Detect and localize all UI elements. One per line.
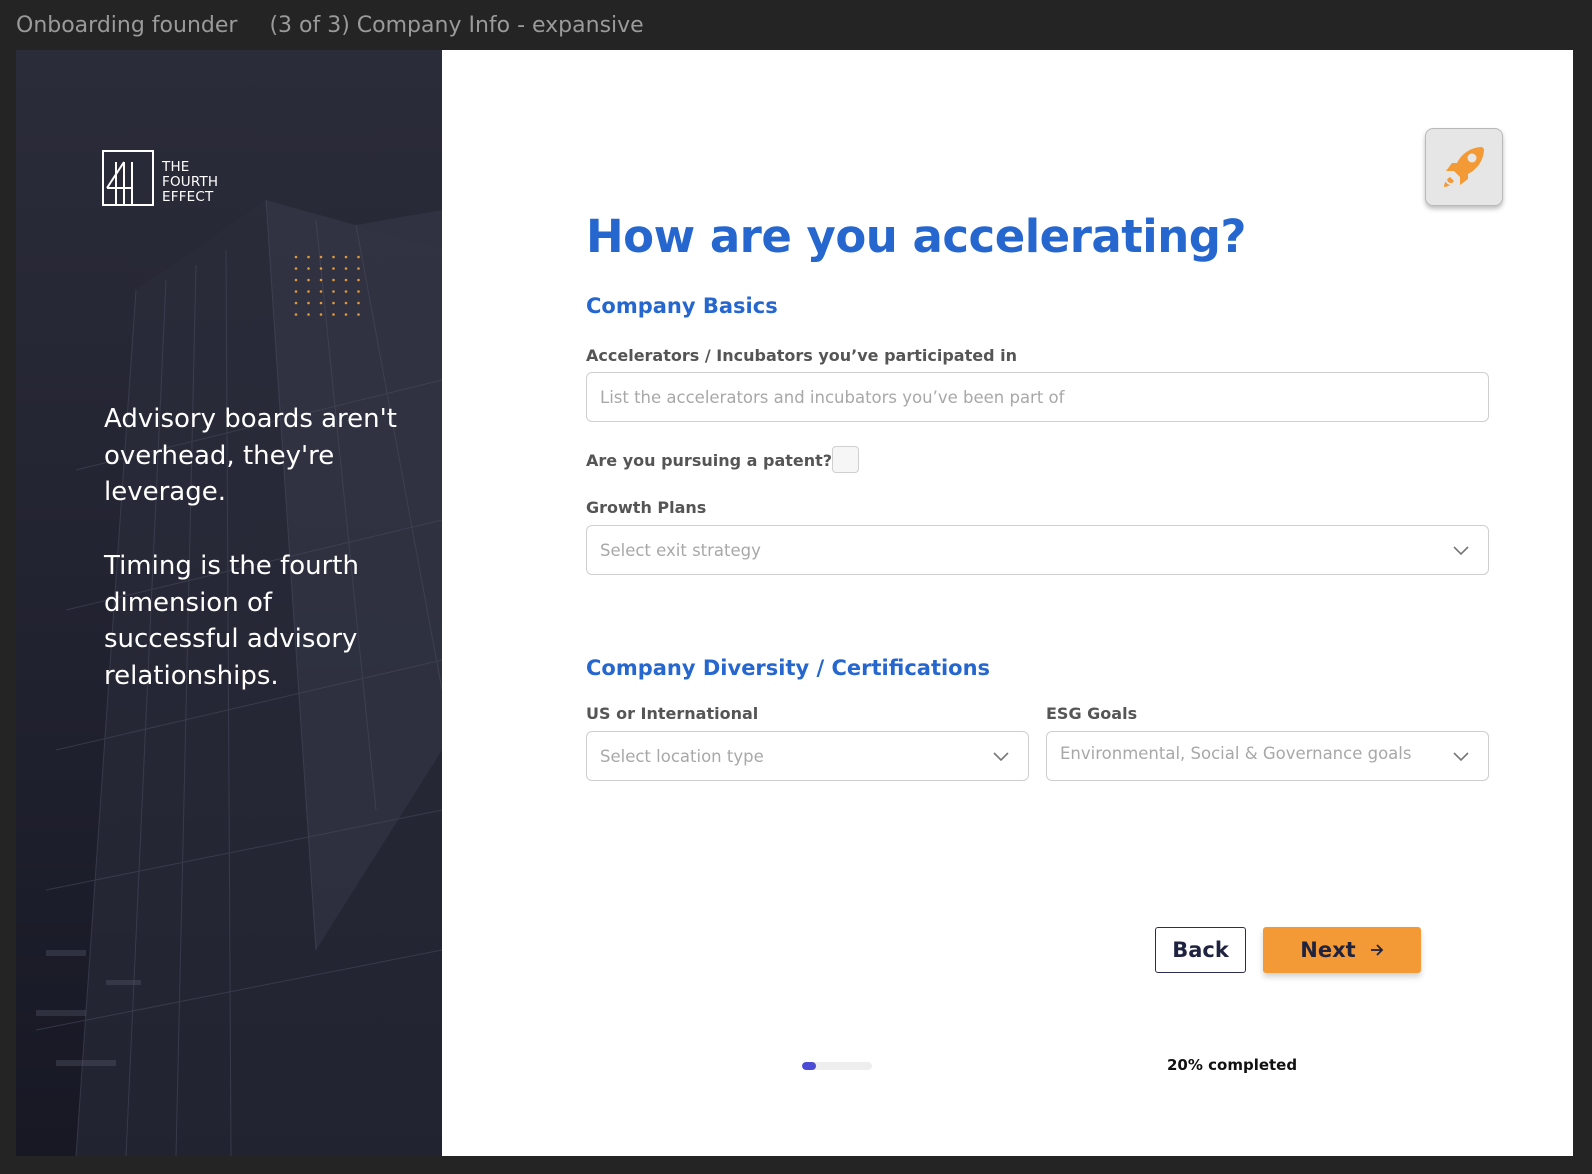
dot (332, 278, 335, 282)
chevron-down-icon (1453, 752, 1469, 762)
chevron-down-icon (1453, 546, 1469, 556)
accelerators-label: Accelerators / Incubators you’ve partici… (586, 346, 1017, 365)
dot (344, 290, 348, 293)
dot (332, 290, 335, 293)
location-label: US or International (586, 704, 759, 723)
profile-avatar-button[interactable] (1425, 128, 1503, 206)
dot (332, 267, 335, 270)
dot (357, 290, 360, 293)
growth-plans-label: Growth Plans (586, 498, 707, 517)
progress-bar (802, 1062, 872, 1070)
location-type-select[interactable]: Select location type (586, 731, 1029, 781)
editor-topbar: Onboarding founder (3 of 3) Company Info… (0, 0, 1592, 50)
exit-strategy-placeholder: Select exit strategy (600, 540, 761, 560)
dot (332, 301, 335, 305)
esg-goals-label: ESG Goals (1046, 704, 1138, 723)
dot (357, 313, 360, 316)
logo-line-1: THE (162, 159, 190, 175)
back-button-label: Back (1172, 938, 1229, 962)
esg-goals-select[interactable]: Environmental, Social & Governance goals (1046, 731, 1489, 781)
dot (357, 278, 360, 282)
progress-bar-fill (802, 1062, 816, 1070)
dot (294, 313, 298, 316)
dot (319, 255, 323, 259)
dot (294, 255, 298, 259)
rocket-icon (1444, 147, 1484, 187)
dot (307, 313, 310, 316)
logo-wordmark: THE FOURTH EFFECT (162, 160, 218, 205)
arrow-right-icon (1370, 944, 1383, 956)
dot (357, 267, 360, 270)
section-company-diversity: Company Diversity / Certifications (586, 656, 991, 680)
next-button[interactable]: Next (1263, 927, 1421, 973)
dot (307, 267, 310, 270)
form-panel: How are you accelerating? Company Basics… (442, 50, 1573, 1156)
location-type-placeholder: Select location type (600, 746, 764, 766)
window-title: Onboarding founder (16, 12, 238, 38)
logo-mark-icon (102, 150, 154, 206)
dot (307, 278, 310, 282)
dot (294, 278, 298, 282)
patent-label: Are you pursuing a patent? (586, 451, 833, 470)
dot (344, 255, 348, 259)
hero-quote-1: Advisory boards aren't overhead, they're… (104, 404, 397, 507)
frame-name: (3 of 3) Company Info - expansive (269, 12, 644, 38)
logo-line-2: FOURTH (162, 174, 219, 190)
dot (294, 290, 298, 293)
dot (294, 267, 298, 270)
hero-panel: THE FOURTH EFFECT Advisory boards aren't… (16, 50, 442, 1156)
progress-text: 20% completed (1167, 1056, 1298, 1074)
dot (344, 313, 348, 316)
dot (319, 267, 323, 270)
brand-logo: THE FOURTH EFFECT (102, 150, 218, 206)
section-company-basics: Company Basics (586, 294, 778, 318)
chevron-down-icon (993, 752, 1009, 762)
esg-goals-placeholder: Environmental, Social & Governance goals (1060, 743, 1412, 763)
dot (319, 290, 323, 293)
onboarding-frame: THE FOURTH EFFECT Advisory boards aren't… (16, 50, 1573, 1156)
dot (344, 278, 348, 282)
next-button-label: Next (1300, 938, 1356, 962)
accelerators-input[interactable] (600, 373, 1488, 421)
dot (319, 278, 323, 282)
dot (357, 301, 360, 305)
dot (294, 301, 298, 305)
back-button[interactable]: Back (1155, 927, 1246, 973)
dot (332, 313, 335, 316)
dot (307, 255, 310, 259)
dot (357, 255, 360, 259)
dot (319, 301, 323, 305)
dot (344, 267, 348, 270)
exit-strategy-select[interactable]: Select exit strategy (586, 525, 1489, 575)
accelerators-field[interactable] (586, 372, 1489, 422)
hero-quote-2: Timing is the fourth dimension of succes… (104, 551, 359, 691)
dot (307, 301, 310, 305)
dot (319, 313, 323, 316)
patent-checkbox[interactable] (832, 446, 859, 473)
dot-grid-decoration (294, 255, 360, 316)
logo-line-3: EFFECT (162, 189, 214, 205)
dot (344, 301, 348, 305)
dot (307, 290, 310, 293)
dot (332, 255, 335, 259)
page-title: How are you accelerating? (586, 210, 1247, 263)
